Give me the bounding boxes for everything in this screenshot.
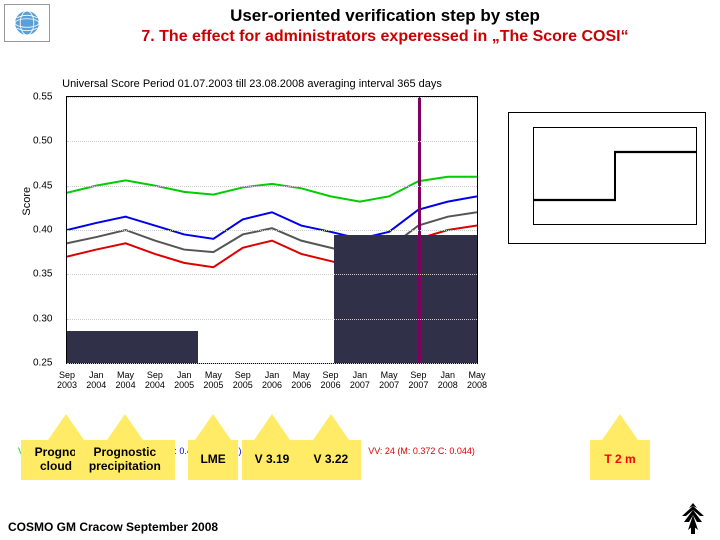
chart-x-tick: Jan2006 — [262, 371, 282, 391]
slide-title-line1: User-oriented verification step by step — [70, 6, 700, 26]
annotation-label: V 3.19 — [242, 440, 302, 480]
annotation-arrow-icon — [195, 414, 231, 440]
side-chart — [508, 112, 706, 244]
slide-title-line2: 7. The effect for administrators experes… — [70, 28, 700, 46]
chart-x-tick: May2008 — [467, 371, 487, 391]
chart-x-tick: Jan2007 — [350, 371, 370, 391]
chart-x-tick: Sep2003 — [57, 371, 77, 391]
chart-gridline — [67, 230, 477, 231]
side-chart-svg — [534, 128, 696, 224]
chart-series-line — [67, 196, 477, 238]
annotation-arrow-icon — [48, 414, 84, 440]
chart-x-tick: May2005 — [203, 371, 223, 391]
chart-x-tick: Jan2005 — [174, 371, 194, 391]
occlusion-box-right — [334, 235, 478, 363]
chart-gridline — [67, 186, 477, 187]
main-chart: Universal Score Period 01.07.2003 till 2… — [18, 78, 486, 412]
chart-gridline — [67, 274, 477, 275]
chart-x-tick: May2007 — [379, 371, 399, 391]
chart-x-tick: May2004 — [116, 371, 136, 391]
annotation-label: Prognostic precipitation — [75, 440, 175, 480]
chart-x-tick: Sep2005 — [233, 371, 253, 391]
slide-footer: COSMO GM Cracow September 2008 — [8, 520, 218, 534]
chart-title: Universal Score Period 01.07.2003 till 2… — [18, 78, 486, 90]
chart-y-tick: 0.35 — [33, 269, 52, 280]
chart-y-tick: 0.30 — [33, 313, 52, 324]
chart-y-tick: 0.50 — [33, 136, 52, 147]
annotation-arrow-icon — [107, 414, 143, 440]
annotation-labels-row: Prognostic cloud icePrognostic precipita… — [0, 440, 720, 492]
chart-x-tick: Jan2004 — [86, 371, 106, 391]
occlusion-box-left — [67, 331, 198, 363]
chart-plot-area: Score 0.250.300.350.400.450.500.55Sep200… — [66, 96, 478, 364]
chart-x-tick: Sep2004 — [145, 371, 165, 391]
annotation-label: LME — [188, 440, 238, 480]
chart-gridline — [67, 319, 477, 320]
slide-title-block: User-oriented verification step by step … — [70, 6, 700, 46]
chart-series-line — [67, 177, 477, 202]
annotation-label: T 2 m — [590, 440, 650, 480]
chart-y-tick: 0.45 — [33, 180, 52, 191]
annotation-arrow-icon — [254, 414, 290, 440]
chart-x-tick: Sep2007 — [408, 371, 428, 391]
annotation-arrow-icon — [602, 414, 638, 440]
chart-x-tick: Jan2008 — [438, 371, 458, 391]
emblem-icon — [676, 500, 710, 536]
chart-gridline — [67, 97, 477, 98]
chart-gridline — [67, 363, 477, 364]
chart-y-tick: 0.40 — [33, 225, 52, 236]
annotation-label: V 3.22 — [301, 440, 361, 480]
chart-y-label: Score — [21, 187, 33, 216]
chart-x-tick: Sep2006 — [321, 371, 341, 391]
app-logo — [4, 4, 50, 42]
chart-x-tick: May2006 — [291, 371, 311, 391]
annotation-arrow-icon — [313, 414, 349, 440]
chart-gridline — [67, 141, 477, 142]
chart-y-tick: 0.25 — [33, 358, 52, 369]
chart-y-tick: 0.55 — [33, 92, 52, 103]
